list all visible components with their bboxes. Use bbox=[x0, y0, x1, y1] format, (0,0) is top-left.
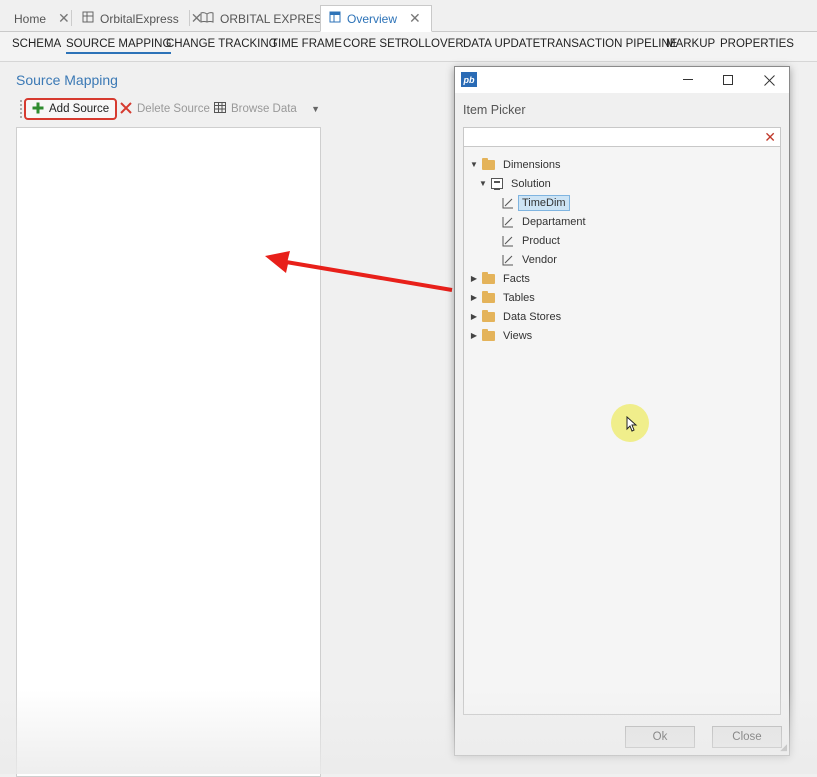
expand-arrow-icon[interactable]: ▼ bbox=[468, 160, 480, 169]
minimize-button[interactable] bbox=[674, 70, 702, 90]
plus-icon bbox=[32, 102, 44, 117]
nav-transaction-pipeline[interactable]: TRANSACTION PIPELINE bbox=[540, 38, 677, 50]
tree-item-views[interactable]: ▶ Views bbox=[468, 326, 536, 345]
tree-item-product[interactable]: Product bbox=[500, 231, 564, 250]
delete-icon bbox=[120, 101, 132, 117]
folder-icon bbox=[482, 290, 495, 303]
table-icon bbox=[214, 102, 226, 116]
tab-divider bbox=[189, 10, 190, 26]
tree-item-label: Solution bbox=[511, 177, 551, 190]
book-icon bbox=[200, 11, 214, 26]
toolbar-grip bbox=[20, 100, 23, 118]
tree-item-label: Views bbox=[503, 329, 533, 342]
tree-item-dimensions[interactable]: ▼ Dimensions bbox=[468, 155, 564, 174]
tree-item-vendor[interactable]: Vendor bbox=[500, 250, 561, 269]
tree-item-label: Data Stores bbox=[503, 310, 562, 323]
dialog-heading: Item Picker bbox=[463, 103, 526, 117]
delete-source-label: Delete Source bbox=[137, 103, 210, 115]
tab-label: Overview bbox=[347, 11, 398, 26]
folder-icon bbox=[482, 328, 495, 341]
tree-item-label: Departament bbox=[522, 215, 586, 228]
browse-data-button[interactable]: Browse Data bbox=[208, 98, 303, 120]
section-nav: SCHEMA SOURCE MAPPING CHANGE TRACKING TI… bbox=[0, 32, 817, 62]
tab-label: OrbitalExpress bbox=[100, 11, 179, 26]
resize-grip-icon[interactable]: ◢ bbox=[780, 742, 787, 753]
tab-overview[interactable]: Overview ✕ bbox=[320, 5, 432, 32]
folder-icon bbox=[482, 157, 495, 170]
expand-arrow-icon[interactable]: ▶ bbox=[468, 331, 480, 340]
dialog-titlebar[interactable]: pb bbox=[455, 67, 789, 93]
nav-schema[interactable]: SCHEMA bbox=[12, 38, 61, 50]
app-logo: pb bbox=[461, 72, 477, 87]
expand-arrow-icon[interactable]: ▼ bbox=[477, 179, 489, 188]
add-source-button[interactable]: Add Source bbox=[24, 98, 118, 120]
nav-properties[interactable]: PROPERTIES bbox=[720, 38, 794, 50]
close-window-button[interactable] bbox=[755, 70, 783, 90]
dimension-icon bbox=[502, 235, 514, 247]
delete-source-button[interactable]: Delete Source bbox=[114, 98, 216, 120]
source-toolbar: Add Source Delete Source Browse Data ▼ bbox=[16, 96, 322, 122]
dimension-icon bbox=[502, 254, 514, 266]
solution-icon bbox=[491, 178, 503, 190]
expand-arrow-icon[interactable]: ▶ bbox=[468, 293, 480, 302]
nav-source-mapping[interactable]: SOURCE MAPPING bbox=[66, 38, 172, 54]
tree-item-facts[interactable]: ▶ Facts bbox=[468, 269, 534, 288]
nav-change-tracking[interactable]: CHANGE TRACKING bbox=[166, 38, 278, 50]
tree-item-label: Vendor bbox=[522, 253, 557, 266]
source-list[interactable] bbox=[16, 127, 321, 777]
page-title: Source Mapping bbox=[16, 72, 118, 88]
tree-item-label: Tables bbox=[503, 291, 535, 304]
tree-item-label: TimeDim bbox=[518, 194, 570, 211]
tree-item-data-stores[interactable]: ▶ Data Stores bbox=[468, 307, 565, 326]
nav-core-set[interactable]: CORE SET bbox=[343, 38, 402, 50]
tree-item-solution[interactable]: ▼ Solution bbox=[477, 174, 555, 193]
add-source-label: Add Source bbox=[49, 103, 110, 115]
clear-icon[interactable]: ✕ bbox=[764, 129, 776, 146]
dimension-icon bbox=[502, 197, 514, 209]
expand-arrow-icon[interactable]: ▶ bbox=[468, 312, 480, 321]
browse-data-label: Browse Data bbox=[231, 103, 297, 115]
mouse-cursor-icon bbox=[626, 416, 638, 432]
folder-icon bbox=[482, 309, 495, 322]
close-icon[interactable]: ✕ bbox=[409, 10, 421, 27]
tree-item-timedim[interactable]: TimeDim bbox=[500, 193, 570, 212]
close-button[interactable]: Close bbox=[712, 726, 782, 748]
tree-item-label: Product bbox=[522, 234, 560, 247]
tab-label: Home bbox=[14, 11, 47, 26]
document-tab-bar: Home ✕ OrbitalExpress ✕ ORBITAL EXPRES ✕… bbox=[0, 0, 817, 32]
tab-label: ORBITAL EXPRES bbox=[220, 11, 323, 26]
grid-icon bbox=[329, 11, 341, 26]
database-icon bbox=[82, 11, 94, 26]
tree-item-tables[interactable]: ▶ Tables bbox=[468, 288, 539, 307]
tree-item-departament[interactable]: Departament bbox=[500, 212, 590, 231]
maximize-button[interactable] bbox=[714, 70, 742, 90]
chevron-down-icon[interactable]: ▼ bbox=[311, 104, 320, 114]
tree-item-label: Dimensions bbox=[503, 158, 561, 171]
nav-data-update[interactable]: DATA UPDATE bbox=[463, 38, 540, 50]
tab-home[interactable]: Home ✕ bbox=[6, 5, 80, 32]
nav-rollover[interactable]: ROLLOVER bbox=[401, 38, 464, 50]
picker-search-input[interactable]: ✕ bbox=[463, 127, 781, 147]
expand-arrow-icon[interactable]: ▶ bbox=[468, 274, 480, 283]
nav-time-frame[interactable]: TIME FRAME bbox=[271, 38, 342, 50]
close-icon[interactable]: ✕ bbox=[58, 10, 70, 27]
folder-icon bbox=[482, 271, 495, 284]
ok-button[interactable]: Ok bbox=[625, 726, 695, 748]
nav-markup[interactable]: MARKUP bbox=[666, 38, 715, 50]
tree-item-label: Facts bbox=[503, 272, 530, 285]
tab-divider bbox=[71, 10, 72, 26]
dimension-icon bbox=[502, 216, 514, 228]
